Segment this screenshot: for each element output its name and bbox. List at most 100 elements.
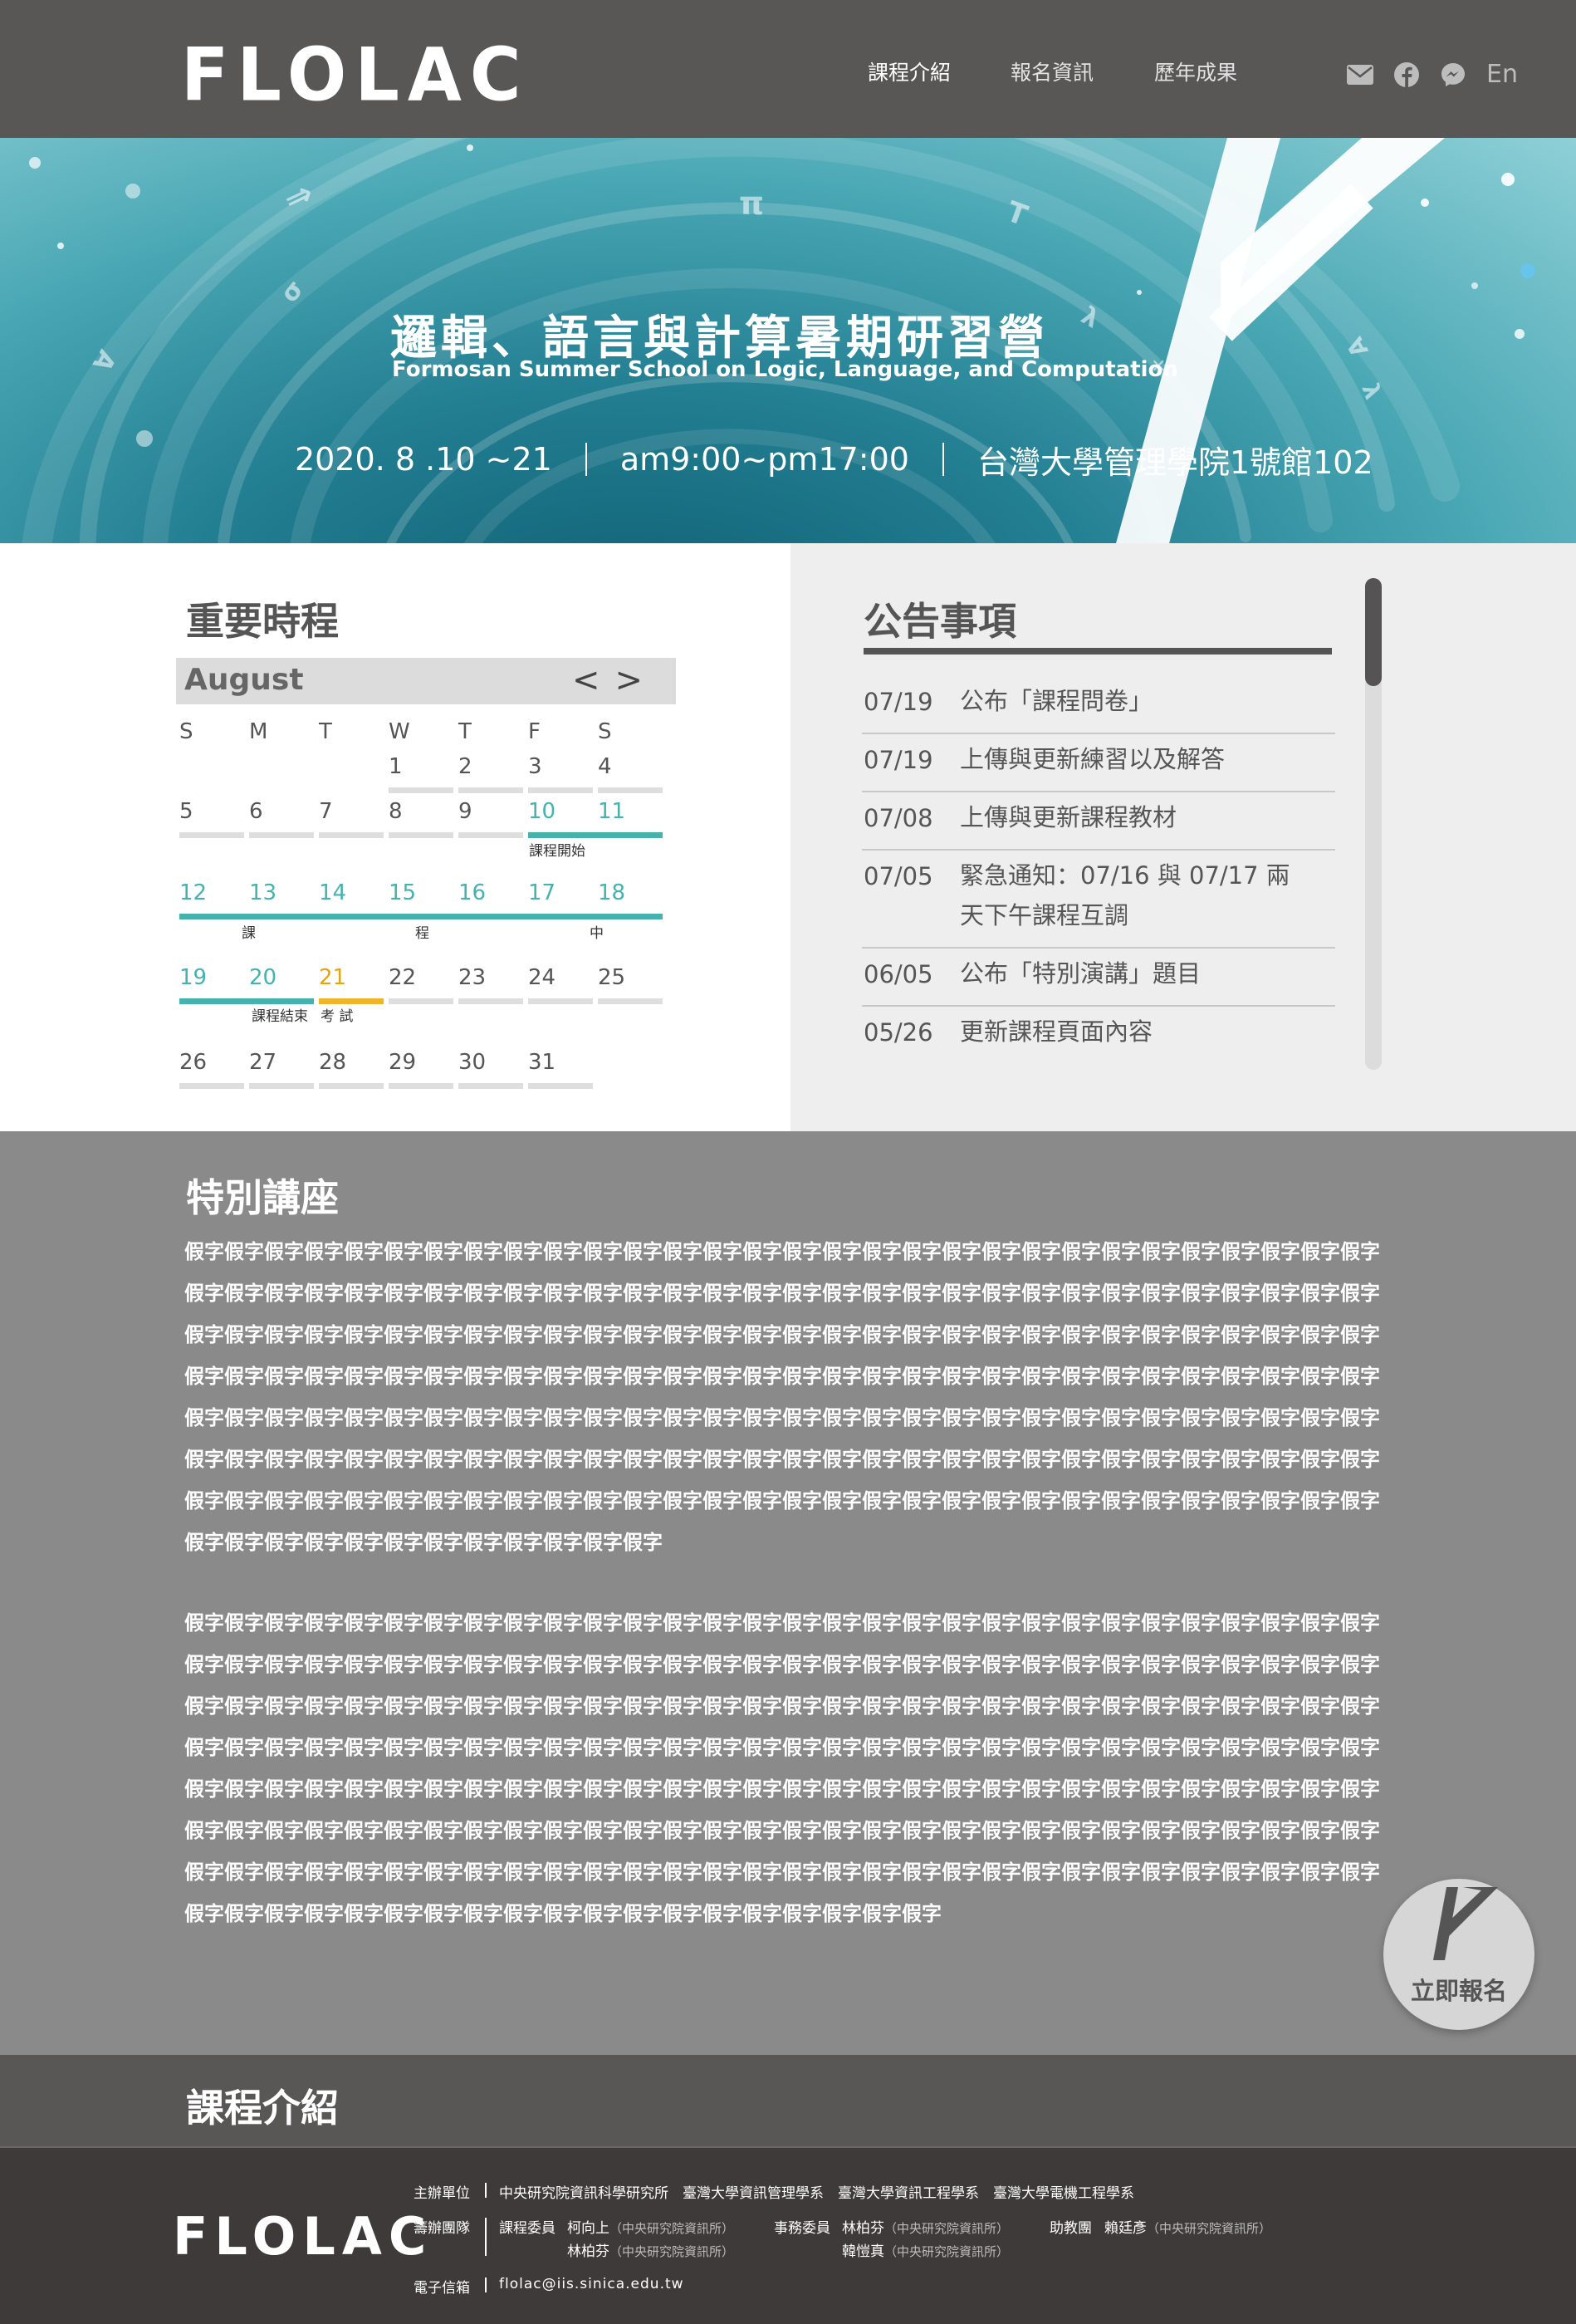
day-bar — [528, 787, 593, 793]
announcement-scrollbar[interactable] — [1365, 578, 1382, 1070]
language-switch[interactable]: En — [1486, 60, 1518, 89]
calendar-day[interactable]: 22 — [389, 965, 453, 1004]
affairs-member: 林柏芬（中央研究院資訊所） — [842, 2216, 1009, 2237]
logo[interactable]: FLOLAC — [181, 37, 530, 113]
calendar-day[interactable]: 17 — [528, 880, 598, 919]
announcement-item[interactable]: 05/26 更新課程頁面內容 — [862, 1007, 1335, 1063]
member-affiliation: （中央研究院資訊所） — [609, 2221, 735, 2236]
day-bar — [458, 1083, 523, 1089]
calendar-day[interactable]: 6 — [249, 799, 314, 838]
member-affiliation: （中央研究院資訊所） — [884, 2244, 1010, 2259]
day-number: 9 — [458, 799, 472, 824]
facebook-icon[interactable] — [1393, 61, 1420, 88]
member-name: 賴廷彥 — [1104, 2220, 1147, 2237]
calendar-day[interactable]: 19 — [179, 965, 249, 1004]
day-number: 13 — [249, 880, 277, 905]
day-number: 1 — [389, 754, 403, 779]
calendar-day[interactable]: 8 — [389, 799, 453, 838]
scrollbar-thumb[interactable] — [1365, 578, 1382, 686]
member-affiliation: （中央研究院資訊所） — [609, 2244, 735, 2259]
day-bar — [179, 998, 249, 1004]
lecture-paragraph: 假字假字假字假字假字假字假字假字假字假字假字假字假字假字假字假字假字假字假字假字… — [184, 1240, 1380, 1554]
nav-past-results[interactable]: 歷年成果 — [1154, 56, 1237, 86]
announcements-section: 公告事項 07/19 公布「課程問卷」 07/19 上傳與更新練習以及解答 07… — [790, 543, 1576, 1131]
svg-text:λ: λ — [1356, 380, 1387, 403]
day-bar — [598, 787, 663, 793]
weekday-label: T — [319, 719, 332, 744]
calendar-day[interactable]: 13 — [249, 880, 319, 919]
member-name: 柯向上 — [567, 2220, 609, 2237]
signup-label: 立即報名 — [1410, 1977, 1507, 2005]
committee-label: 課程委員 — [499, 2220, 556, 2237]
announcement-text: 上傳與更新課程教材 — [960, 803, 1177, 831]
day-bar — [319, 832, 384, 838]
day-bar — [179, 1083, 244, 1089]
logo-mark-icon — [1433, 1887, 1498, 1960]
weekday-label: M — [249, 719, 268, 744]
nav-registration[interactable]: 報名資訊 — [1011, 56, 1094, 86]
calendar-day[interactable]: 12 — [179, 880, 249, 919]
calendar-day[interactable]: 25 — [598, 965, 663, 1004]
calendar-day[interactable]: 26 — [179, 1050, 244, 1089]
day-bar — [389, 787, 453, 793]
organizer-label: 主辦單位 — [414, 2185, 470, 2202]
calendar-day[interactable]: 29 — [389, 1050, 453, 1089]
calendar-day[interactable]: 28 — [319, 1050, 384, 1089]
course-intro-section: 課程介紹 — [0, 2055, 1576, 2146]
calendar-day[interactable]: 24 — [528, 965, 593, 1004]
calendar-day[interactable]: 21 — [319, 965, 384, 1004]
divider — [485, 2277, 487, 2292]
day-number: 16 — [458, 880, 487, 905]
calendar-day[interactable]: 2 — [458, 754, 523, 793]
calendar-day[interactable]: 4 — [598, 754, 663, 793]
announcement-item[interactable]: 06/05 公布「特別演講」題目 — [862, 949, 1335, 1007]
calendar-day[interactable]: 31 — [528, 1050, 593, 1089]
messenger-icon[interactable] — [1440, 61, 1466, 88]
member-affiliation: （中央研究院資訊所） — [1147, 2221, 1272, 2236]
committee-member: 林柏芬（中央研究院資訊所） — [567, 2239, 734, 2260]
day-number: 20 — [249, 965, 277, 990]
announcement-item[interactable]: 07/05 緊急通知：07/16 與 07/17 兩天下午課程互調 — [862, 851, 1335, 949]
mail-icon[interactable] — [1347, 61, 1373, 88]
day-number: 26 — [179, 1050, 208, 1075]
announcement-text: 緊急通知：07/16 與 07/17 兩天下午課程互調 — [960, 861, 1290, 929]
announcement-item[interactable]: 07/19 上傳與更新練習以及解答 — [862, 734, 1335, 792]
calendar-day[interactable]: 9 — [458, 799, 523, 838]
day-number: 23 — [458, 965, 487, 990]
lecture-title: 特別講座 — [186, 1175, 339, 1220]
calendar-day[interactable]: 11 — [598, 799, 663, 838]
banner-info: 2020. 8 .10 ~21 am9:00~pm17:00 台灣大學管理學院1… — [295, 439, 1373, 481]
weekday-label: S — [598, 719, 612, 744]
day-bar — [179, 832, 244, 838]
calendar-day[interactable]: 5 — [179, 799, 244, 838]
day-number: 19 — [179, 965, 208, 990]
calendar-day[interactable]: 20 — [249, 965, 314, 1004]
announcement-item[interactable]: 07/08 上傳與更新課程教材 — [862, 792, 1335, 851]
day-bar — [319, 1083, 384, 1089]
calendar-day[interactable]: 30 — [458, 1050, 523, 1089]
calendar-day[interactable]: 23 — [458, 965, 523, 1004]
calendar-day[interactable]: 16 — [458, 880, 528, 919]
announcement-date: 05/26 — [864, 1018, 933, 1047]
day-number: 30 — [458, 1050, 487, 1075]
day-number: 17 — [528, 880, 556, 905]
nav-course-intro[interactable]: 課程介紹 — [868, 56, 951, 86]
committee-member: 柯向上（中央研究院資訊所） — [567, 2216, 734, 2237]
calendar-day[interactable]: 27 — [249, 1050, 314, 1089]
calendar-day[interactable]: 1 — [389, 754, 453, 793]
signup-button[interactable]: 立即報名 — [1383, 1879, 1534, 2030]
lecture-paragraph: 假字假字假字假字假字假字假字假字假字假字假字假字假字假字假字假字假字假字假字假字… — [184, 1611, 1380, 1925]
announcement-item[interactable]: 07/19 公布「課程問卷」 — [862, 676, 1335, 734]
email-link[interactable]: flolac@iis.sinica.edu.tw — [499, 2276, 684, 2292]
note-course-char: 課 — [242, 925, 256, 942]
calendar-day[interactable]: 14 — [319, 880, 389, 919]
organizers: 中央研究院資訊科學研究所 臺灣大學資訊管理學系 臺灣大學資訊工程學系 臺灣大學電… — [499, 2185, 1134, 2202]
calendar-day[interactable]: 18 — [598, 880, 663, 919]
weekday-label: W — [389, 719, 410, 744]
calendar-day[interactable]: 3 — [528, 754, 593, 793]
day-bar — [319, 998, 384, 1004]
calendar-day[interactable]: 10 — [528, 799, 598, 838]
calendar-day[interactable]: 15 — [389, 880, 458, 919]
day-number: 25 — [598, 965, 626, 990]
calendar-day[interactable]: 7 — [319, 799, 384, 838]
